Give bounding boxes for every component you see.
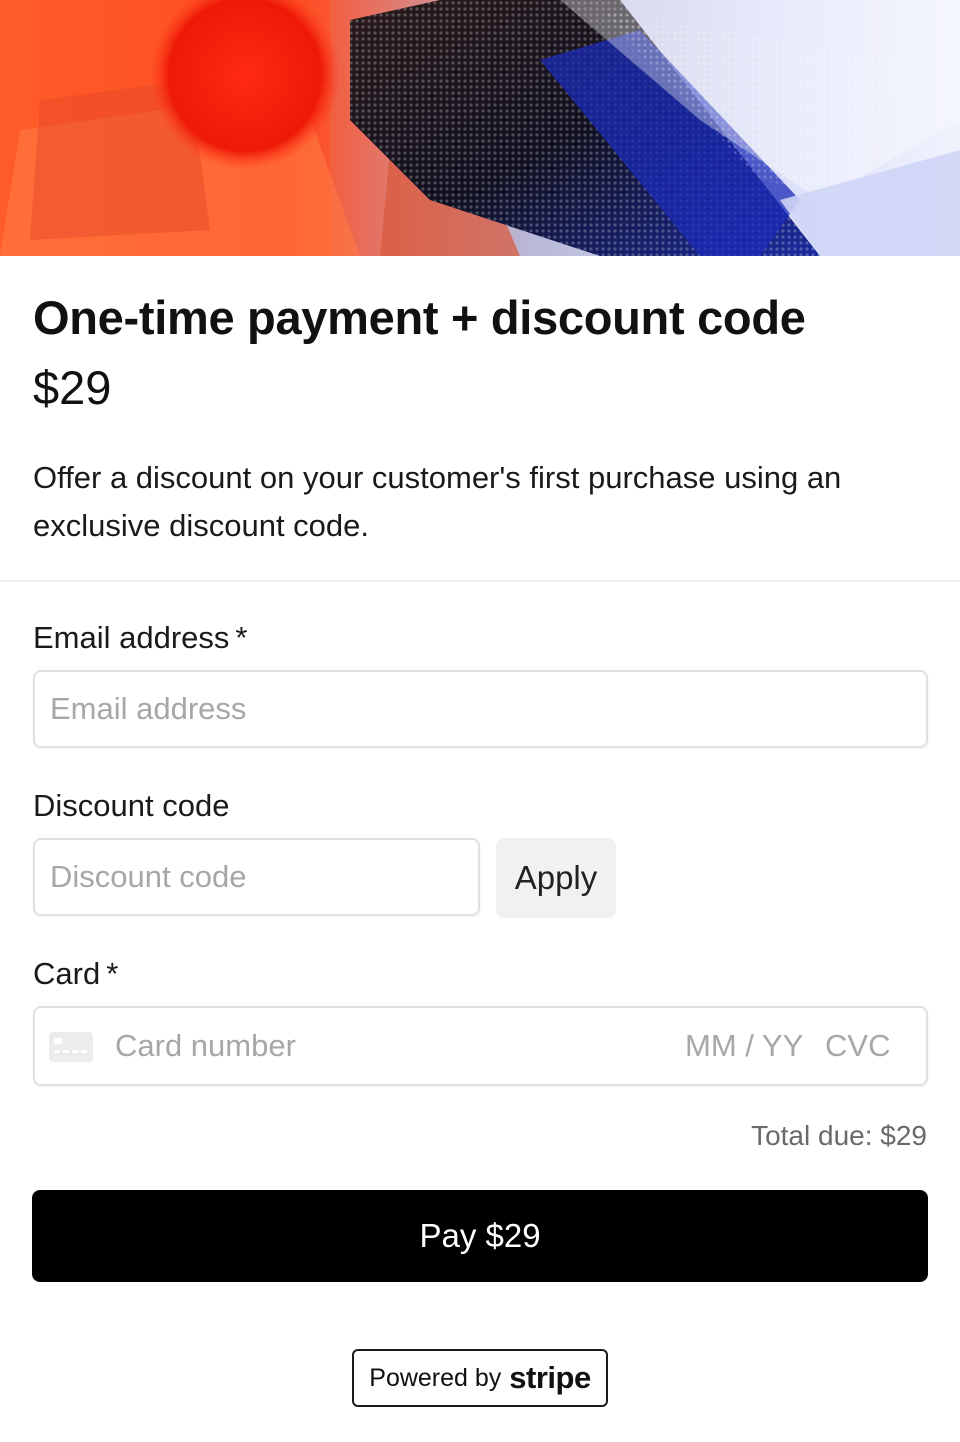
product-description: Offer a discount on your customer's firs… bbox=[33, 460, 842, 543]
checkout-page: One-time payment + discount code $29 Off… bbox=[0, 0, 960, 1442]
required-marker: * bbox=[235, 620, 248, 655]
required-marker: * bbox=[106, 956, 119, 991]
discount-code-label-text: Discount code bbox=[33, 788, 230, 823]
card-number-dashes-icon bbox=[54, 1050, 88, 1053]
card-expiry-input[interactable] bbox=[685, 1026, 811, 1066]
card-label: Card * bbox=[33, 956, 118, 992]
apply-discount-button[interactable]: Apply bbox=[496, 838, 616, 918]
email-label: Email address * bbox=[33, 620, 248, 656]
powered-by-stripe-badge[interactable]: Powered by stripe bbox=[352, 1349, 608, 1407]
product-title: One-time payment + discount code bbox=[33, 291, 806, 344]
email-input[interactable] bbox=[33, 670, 928, 748]
discount-code-input[interactable] bbox=[33, 838, 480, 916]
card-chip-icon bbox=[54, 1038, 62, 1044]
generic-card-icon bbox=[49, 1032, 93, 1062]
stripe-logo: stripe bbox=[509, 1360, 591, 1395]
product-hero-image bbox=[0, 0, 960, 256]
pay-button[interactable]: Pay $29 bbox=[32, 1190, 928, 1282]
email-label-text: Email address bbox=[33, 620, 230, 655]
card-label-text: Card bbox=[33, 956, 101, 991]
card-number-input[interactable] bbox=[115, 1026, 655, 1066]
card-input-field[interactable] bbox=[33, 1006, 928, 1086]
total-due: Total due: $29 bbox=[751, 1120, 927, 1151]
powered-by-text: Powered by bbox=[369, 1363, 502, 1392]
discount-code-label: Discount code bbox=[33, 788, 229, 824]
hero-artwork bbox=[0, 0, 960, 256]
card-cvc-input[interactable] bbox=[825, 1026, 897, 1066]
section-divider bbox=[0, 580, 960, 582]
product-price: $29 bbox=[33, 361, 112, 414]
